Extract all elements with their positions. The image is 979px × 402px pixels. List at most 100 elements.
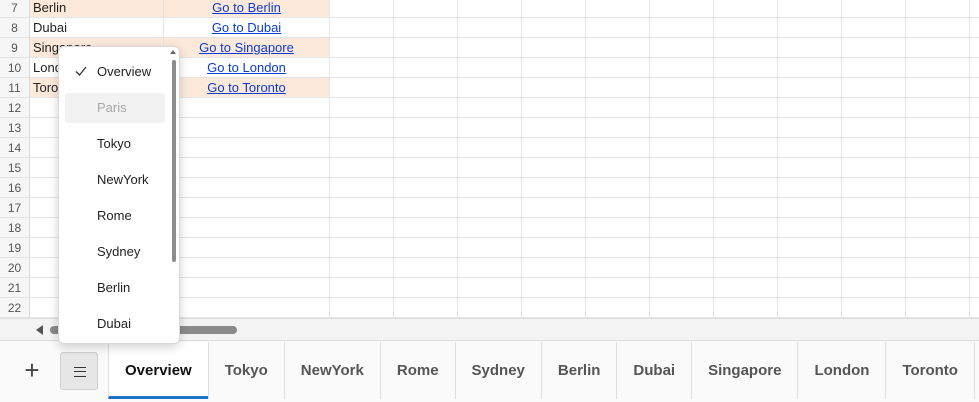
empty-cell[interactable] bbox=[714, 18, 778, 38]
empty-cell[interactable] bbox=[970, 0, 979, 18]
sheet-menu-item-tokyo[interactable]: Tokyo bbox=[65, 129, 165, 159]
empty-cell[interactable] bbox=[586, 0, 650, 18]
empty-cell[interactable] bbox=[842, 278, 906, 298]
empty-cell[interactable] bbox=[522, 0, 586, 18]
empty-cell[interactable] bbox=[842, 118, 906, 138]
empty-cell[interactable] bbox=[906, 298, 970, 318]
scroll-left-arrow-icon[interactable] bbox=[36, 325, 43, 335]
empty-cell[interactable] bbox=[906, 0, 970, 18]
empty-cell[interactable] bbox=[650, 178, 714, 198]
sheet-menu-item-dubai[interactable]: Dubai bbox=[65, 309, 165, 339]
empty-cell[interactable] bbox=[394, 178, 458, 198]
empty-cell[interactable] bbox=[394, 278, 458, 298]
empty-cell[interactable] bbox=[714, 258, 778, 278]
empty-cell[interactable] bbox=[970, 258, 979, 278]
empty-cell[interactable] bbox=[586, 58, 650, 78]
link-cell[interactable]: Go to Toronto bbox=[164, 78, 330, 98]
empty-cell[interactable] bbox=[394, 158, 458, 178]
empty-cell[interactable] bbox=[458, 78, 522, 98]
empty-cell[interactable] bbox=[330, 238, 394, 258]
empty-cell[interactable] bbox=[394, 258, 458, 278]
empty-cell[interactable] bbox=[650, 58, 714, 78]
empty-cell[interactable] bbox=[522, 238, 586, 258]
empty-cell[interactable] bbox=[586, 178, 650, 198]
empty-cell[interactable] bbox=[586, 78, 650, 98]
empty-cell[interactable] bbox=[586, 38, 650, 58]
empty-cell[interactable] bbox=[650, 78, 714, 98]
empty-cell[interactable] bbox=[842, 38, 906, 58]
empty-cell[interactable] bbox=[394, 238, 458, 258]
link-cell[interactable]: Go to Singapore bbox=[164, 38, 330, 58]
empty-cell[interactable] bbox=[714, 198, 778, 218]
row-header[interactable]: 18 bbox=[0, 218, 30, 238]
empty-cell[interactable] bbox=[650, 198, 714, 218]
link-cell[interactable] bbox=[164, 158, 330, 178]
sheet-tab-berlin[interactable]: Berlin bbox=[540, 342, 617, 399]
empty-cell[interactable] bbox=[650, 158, 714, 178]
empty-cell[interactable] bbox=[778, 178, 842, 198]
empty-cell[interactable] bbox=[458, 158, 522, 178]
link-cell[interactable] bbox=[164, 218, 330, 238]
sheet-menu-item-sydney[interactable]: Sydney bbox=[65, 237, 165, 267]
city-cell[interactable]: Berlin bbox=[30, 0, 164, 18]
empty-cell[interactable] bbox=[906, 278, 970, 298]
empty-cell[interactable] bbox=[970, 98, 979, 118]
sheet-link[interactable]: Go to Berlin bbox=[212, 0, 281, 15]
empty-cell[interactable] bbox=[458, 38, 522, 58]
link-cell[interactable]: Go to Berlin bbox=[164, 0, 330, 18]
empty-cell[interactable] bbox=[330, 278, 394, 298]
empty-cell[interactable] bbox=[842, 238, 906, 258]
sheet-tab-dubai[interactable]: Dubai bbox=[616, 342, 691, 399]
empty-cell[interactable] bbox=[330, 0, 394, 18]
link-cell[interactable] bbox=[164, 298, 330, 318]
empty-cell[interactable] bbox=[714, 78, 778, 98]
row-header[interactable]: 17 bbox=[0, 198, 30, 218]
empty-cell[interactable] bbox=[842, 0, 906, 18]
empty-cell[interactable] bbox=[330, 58, 394, 78]
empty-cell[interactable] bbox=[714, 158, 778, 178]
empty-cell[interactable] bbox=[778, 78, 842, 98]
empty-cell[interactable] bbox=[650, 38, 714, 58]
empty-cell[interactable] bbox=[458, 198, 522, 218]
row-header[interactable]: 8 bbox=[0, 18, 30, 38]
empty-cell[interactable] bbox=[458, 118, 522, 138]
empty-cell[interactable] bbox=[586, 278, 650, 298]
empty-cell[interactable] bbox=[586, 218, 650, 238]
empty-cell[interactable] bbox=[394, 118, 458, 138]
empty-cell[interactable] bbox=[458, 238, 522, 258]
empty-cell[interactable] bbox=[714, 38, 778, 58]
empty-cell[interactable] bbox=[586, 98, 650, 118]
empty-cell[interactable] bbox=[650, 98, 714, 118]
empty-cell[interactable] bbox=[970, 198, 979, 218]
empty-cell[interactable] bbox=[522, 198, 586, 218]
empty-cell[interactable] bbox=[522, 18, 586, 38]
empty-cell[interactable] bbox=[330, 138, 394, 158]
empty-cell[interactable] bbox=[970, 58, 979, 78]
empty-cell[interactable] bbox=[842, 18, 906, 38]
empty-cell[interactable] bbox=[394, 18, 458, 38]
empty-cell[interactable] bbox=[970, 38, 979, 58]
empty-cell[interactable] bbox=[842, 298, 906, 318]
empty-cell[interactable] bbox=[330, 18, 394, 38]
link-cell[interactable]: Go to Dubai bbox=[164, 18, 330, 38]
empty-cell[interactable] bbox=[458, 178, 522, 198]
sheet-tab-rome[interactable]: Rome bbox=[379, 342, 455, 399]
empty-cell[interactable] bbox=[586, 138, 650, 158]
empty-cell[interactable] bbox=[906, 78, 970, 98]
link-cell[interactable] bbox=[164, 118, 330, 138]
link-cell[interactable] bbox=[164, 258, 330, 278]
empty-cell[interactable] bbox=[842, 218, 906, 238]
row-header[interactable]: 11 bbox=[0, 78, 30, 98]
empty-cell[interactable] bbox=[906, 58, 970, 78]
empty-cell[interactable] bbox=[522, 98, 586, 118]
empty-cell[interactable] bbox=[714, 238, 778, 258]
empty-cell[interactable] bbox=[906, 38, 970, 58]
empty-cell[interactable] bbox=[330, 218, 394, 238]
row-header[interactable]: 20 bbox=[0, 258, 30, 278]
row-header[interactable]: 12 bbox=[0, 98, 30, 118]
empty-cell[interactable] bbox=[778, 198, 842, 218]
empty-cell[interactable] bbox=[522, 278, 586, 298]
empty-cell[interactable] bbox=[458, 0, 522, 18]
empty-cell[interactable] bbox=[970, 278, 979, 298]
row-header[interactable]: 22 bbox=[0, 298, 30, 318]
